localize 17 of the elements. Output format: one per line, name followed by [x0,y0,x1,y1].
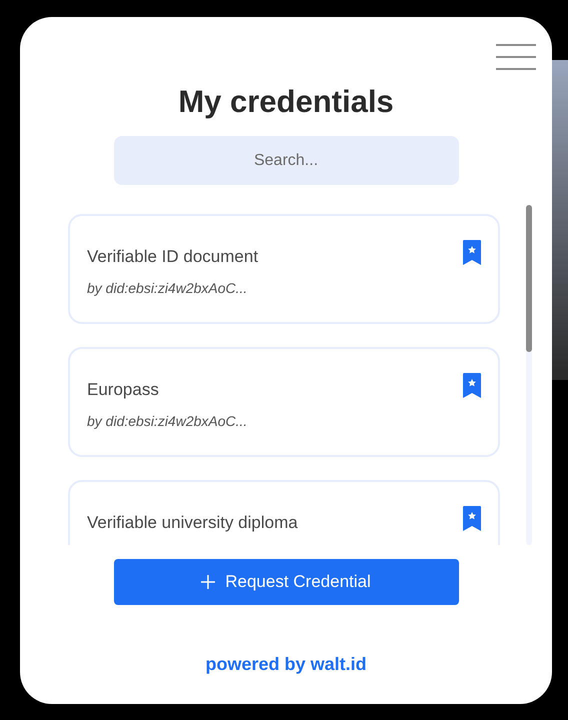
search-field[interactable]: Search... [114,136,458,185]
credential-issuer: by did:ebsi:zi4w2bxAoC... [87,412,248,431]
credential-card[interactable]: Europass by did:ebsi:zi4w2bxAoC... [68,347,500,457]
powered-by-link[interactable]: powered by walt.id [205,651,367,678]
bookmark-star-icon [463,506,481,531]
credential-name: Verifiable ID document [87,246,258,268]
scrollbar[interactable] [526,205,532,545]
bookmark-star-icon [463,240,481,265]
request-credential-button[interactable]: Request Credential [114,559,458,605]
credential-name: Europass [87,379,160,401]
credential-issuer: by did:ebsi:zi4w2bxAoC... [87,278,248,298]
plus-icon [201,575,216,589]
credential-name: Verifiable university diploma [87,512,298,534]
page-title: My credentials [178,83,394,121]
menu-button[interactable] [496,44,536,70]
credential-card[interactable]: Verifiable ID document by did:ebsi:zi4w2bxAoC... [68,214,500,324]
bookmark-star-icon [463,373,481,398]
